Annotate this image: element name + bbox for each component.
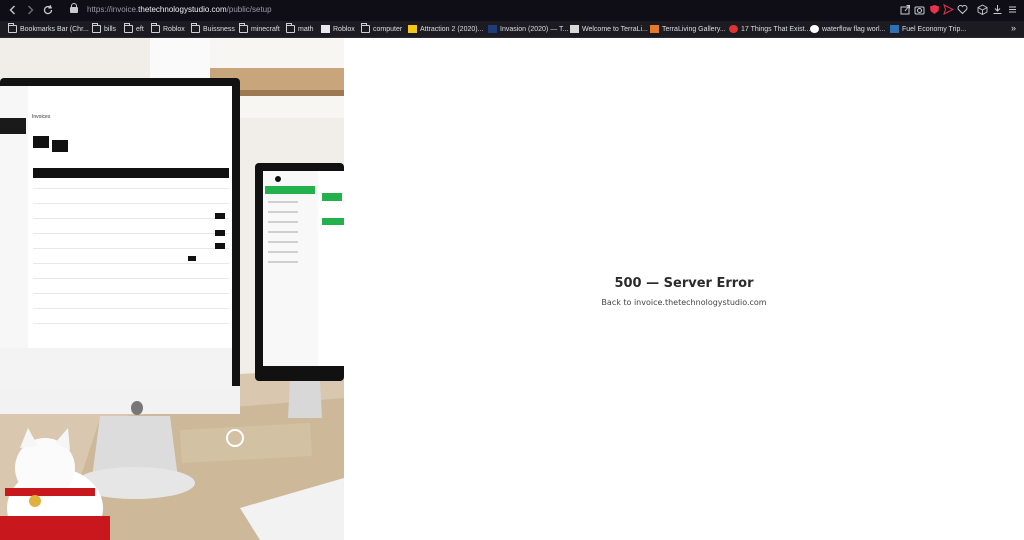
- cube-icon[interactable]: [977, 4, 988, 15]
- bookmark-item[interactable]: Fuel Economy Trip...: [890, 24, 966, 35]
- hero-illustration: Invoices: [0, 38, 344, 540]
- hero-app-title: Invoices: [32, 114, 51, 120]
- desk-scene: Invoices: [0, 38, 344, 540]
- back-button[interactable]: [6, 3, 20, 17]
- site-icon: [650, 25, 659, 33]
- bookmark-item[interactable]: TerraLiving Gallery...: [650, 24, 726, 35]
- folder-icon: [286, 23, 295, 33]
- bookmark-item[interactable]: eft: [124, 23, 144, 35]
- share-icon[interactable]: [900, 4, 911, 15]
- folder-icon: [124, 23, 133, 33]
- forward-button[interactable]: [23, 3, 37, 17]
- bookmark-item[interactable]: math: [286, 23, 314, 35]
- page-content: Invoices 500 — Server Error Back to invo…: [0, 38, 1024, 540]
- site-icon: [488, 25, 497, 33]
- back-to-home-link[interactable]: Back to invoice.thetechnologystudio.com: [344, 298, 1024, 307]
- chevron-right-icon: [28, 5, 34, 15]
- bookmark-item[interactable]: Roblox: [151, 23, 185, 35]
- site-icon: [890, 25, 899, 33]
- heart-icon[interactable]: [957, 4, 968, 15]
- folder-icon: [239, 23, 248, 33]
- apple-logo-icon: [131, 401, 143, 415]
- roblox-icon: [321, 25, 330, 33]
- reload-button[interactable]: [41, 3, 55, 17]
- more-bookmarks-button[interactable]: »: [1011, 23, 1016, 33]
- menu-icon[interactable]: [1007, 4, 1018, 15]
- browser-toolbar: https://invoice.thetechnologystudio.com/…: [0, 0, 1024, 21]
- bookmark-item[interactable]: Invasion (2020) — T...: [488, 24, 568, 35]
- camera-icon[interactable]: [914, 4, 925, 15]
- bookmark-item[interactable]: Bookmarks Bar (Chr...: [8, 23, 89, 35]
- google-icon: [810, 25, 819, 33]
- imdb-icon: [408, 25, 417, 33]
- bookmark-item[interactable]: Roblox: [321, 24, 355, 35]
- address-bar[interactable]: https://invoice.thetechnologystudio.com/…: [64, 2, 892, 19]
- folder-icon: [151, 23, 160, 33]
- bookmark-item[interactable]: Buissness: [191, 23, 235, 35]
- chevron-left-icon: [9, 5, 15, 15]
- site-icon: [729, 25, 738, 33]
- lock-icon: [70, 3, 78, 15]
- bookmark-item[interactable]: bills: [92, 23, 116, 35]
- url-text: https://invoice.thetechnologystudio.com/…: [87, 5, 272, 14]
- bookmark-item[interactable]: minecraft: [239, 23, 280, 35]
- folder-icon: [8, 23, 17, 33]
- error-title: 500 — Server Error: [614, 276, 754, 291]
- bookmark-item[interactable]: Attraction 2 (2020)...: [408, 24, 483, 35]
- bookmark-item[interactable]: computer: [361, 23, 402, 35]
- send-icon[interactable]: [943, 4, 954, 15]
- bookmark-item[interactable]: Welcome to TerraLi...: [570, 24, 648, 35]
- folder-icon: [191, 23, 200, 33]
- shield-icon[interactable]: [929, 4, 940, 15]
- bookmark-item[interactable]: 17 Things That Exist...: [729, 24, 810, 35]
- folder-icon: [361, 23, 370, 33]
- site-icon: [570, 25, 579, 33]
- download-icon[interactable]: [992, 4, 1003, 15]
- folder-icon: [92, 23, 101, 33]
- reload-icon: [43, 4, 53, 15]
- bookmark-item[interactable]: waterflow flag worl...: [810, 24, 885, 35]
- bookmarks-bar: Bookmarks Bar (Chr... bills eft Roblox B…: [0, 21, 1024, 38]
